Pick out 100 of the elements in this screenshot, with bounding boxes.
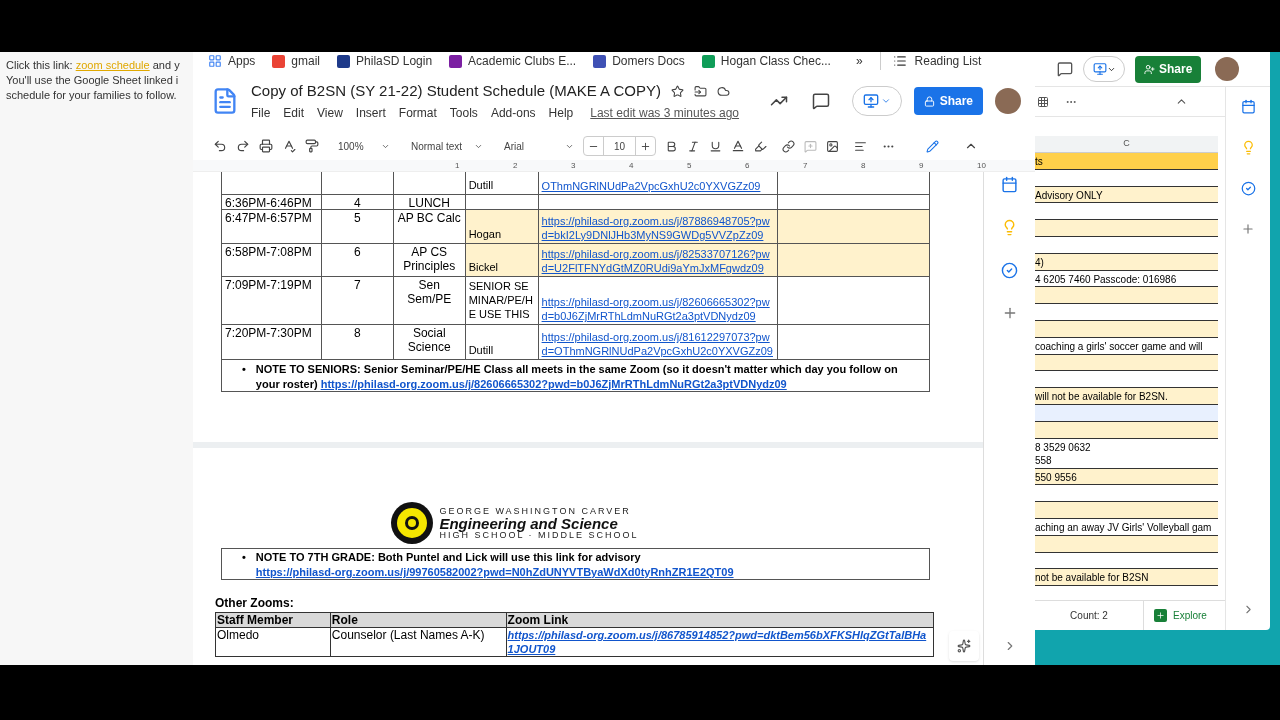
bookmark-icon [593, 54, 607, 68]
comments-icon[interactable] [1057, 61, 1073, 77]
table-cell: Olmedo [216, 628, 331, 656]
menu-item[interactable]: Add-ons [490, 104, 536, 123]
underline-icon[interactable] [709, 139, 723, 153]
menu-item[interactable]: View [317, 104, 343, 123]
star-icon[interactable] [670, 84, 684, 98]
avatar[interactable] [1215, 57, 1240, 81]
table-cell: https://philasd-org.zoom.us/j/82533707126?pwd=U2FlTFNYdGtMZ0RUdi9aYmJxMFgwdz09 [538, 244, 779, 276]
text-color-icon[interactable] [731, 139, 746, 153]
explore-button[interactable] [949, 631, 979, 661]
bookmark-link[interactable]: Domers Docs [612, 52, 685, 70]
calendar-icon[interactable] [1001, 176, 1018, 193]
table-cell: https://philasd-org.zoom.us/j/81612297073?pwd=OThmNGRlNUdPa2VpcGxhU2c0YXVGZz09 [538, 325, 779, 359]
document-title[interactable]: Copy of B2SN (SY 21-22) Student Schedule (MAKE A COPY) [251, 79, 661, 103]
reading-list-icon[interactable] [892, 54, 907, 68]
ruler-number: 4 [629, 159, 635, 172]
menu-item[interactable]: Edit [283, 104, 305, 123]
tasks-icon[interactable] [1240, 181, 1256, 196]
highlight-icon[interactable] [754, 139, 768, 153]
table-cell: 7 [321, 277, 394, 324]
ruler-number: 10 [977, 159, 987, 172]
gear-logo-icon [389, 500, 436, 546]
editing-mode-icon[interactable] [926, 139, 940, 153]
bookmark-link[interactable]: Academic Clubs E... [468, 52, 577, 70]
table-cell: 6:36PM-6:46PM [222, 195, 322, 209]
ruler-number: 6 [745, 159, 751, 172]
increase-size-icon[interactable] [640, 140, 652, 152]
cell-text: aching an away JV Girls' Volleyball gam [1035, 520, 1213, 534]
table-cell: 4 [321, 195, 394, 209]
bookmark-link[interactable]: gmail [291, 52, 321, 70]
cell-text: ts [1035, 155, 1044, 168]
table-cell: https://philasd-org.zoom.us/j/86785914852?pwd=dktBem56bXFKSHlqZGtTalBHa1JOUT09 [506, 628, 934, 656]
avatar[interactable] [995, 88, 1021, 114]
count-summary: Count: 2 [1069, 609, 1109, 623]
present-icon [1092, 62, 1107, 76]
caret-icon [880, 96, 891, 106]
ruler-number: 7 [803, 159, 809, 172]
menu-item[interactable]: File [251, 104, 271, 123]
share-button[interactable]: Share [1135, 55, 1202, 83]
instruction-text: You'll use the Google Sheet linked i [6, 73, 180, 88]
zoom-link[interactable]: https://philasd-org.zoom.us/j/99760582002?pwd=N0hZdUNYVTByaWdXd0tyRnhZR1E2QT09 [255, 565, 734, 580]
sparkle-icon [957, 639, 971, 653]
table-cell: LUNCH [393, 195, 466, 209]
tasks-icon[interactable] [1001, 262, 1018, 279]
table-cell: Counselor (Last Names A-K) [330, 628, 507, 656]
table-cell: 7:09PM-7:19PM [222, 277, 322, 324]
table-cell: 7:20PM-7:30PM [222, 325, 322, 359]
redo-icon[interactable] [236, 139, 250, 153]
table-cell: 5 [321, 210, 394, 243]
bold-icon[interactable] [665, 139, 679, 153]
paint-format-icon[interactable] [305, 139, 319, 153]
zoom-dropdown[interactable]: 100% [338, 138, 390, 154]
menu-item[interactable]: Help [548, 104, 574, 123]
bookmark-icon [272, 54, 286, 68]
menu-item[interactable]: Insert [355, 104, 386, 123]
cell-text: 558 [1035, 453, 1053, 467]
image-icon[interactable] [826, 139, 840, 153]
present-icon [862, 93, 879, 109]
bookmark-link[interactable]: Apps [228, 52, 256, 70]
bookmark-link[interactable]: Hogan Class Chec... [720, 52, 831, 70]
spellcheck-icon[interactable] [282, 139, 296, 153]
bookmark-link[interactable]: PhilaSD Login [356, 52, 433, 70]
borders-icon[interactable] [1037, 95, 1049, 108]
explore-button[interactable]: Explore [1143, 601, 1207, 630]
italic-icon[interactable] [687, 139, 701, 153]
style-dropdown[interactable]: Normal text [411, 138, 483, 154]
reading-list-link[interactable]: Reading List [914, 52, 982, 70]
menu-item[interactable]: Format [398, 104, 437, 123]
apps-grid-icon[interactable] [208, 54, 222, 68]
cell-text: 4) [1035, 255, 1045, 269]
move-folder-icon[interactable] [693, 84, 707, 98]
table-cell: Social Science [393, 325, 466, 359]
undo-icon[interactable] [213, 139, 227, 153]
last-edit-link[interactable]: Last edit was 3 minutes ago [590, 104, 740, 123]
share-button[interactable]: Share [913, 87, 983, 115]
column-header: Zoom Link [506, 613, 934, 627]
bullet: • [242, 362, 246, 377]
cell-text: will not be available for B2SN. [1035, 390, 1169, 404]
print-icon[interactable] [259, 139, 273, 153]
menu-item[interactable]: Tools [449, 104, 478, 123]
cell-text: 8 3529 0632 [1035, 440, 1092, 454]
zoom-link[interactable]: https://philasd-org.zoom.us/j/82606665302?pwd=b0J6ZjMrRThLdmNuRGt2a3ptVDNydz09 [320, 378, 787, 390]
ruler-number: 3 [571, 159, 577, 172]
comments-icon[interactable] [811, 92, 830, 110]
table-cell: 6:58PM-7:08PM [222, 244, 322, 276]
font-dropdown[interactable]: Arial [504, 138, 574, 154]
instruction-text: Click this link: zoom schedule and y [6, 58, 181, 73]
table-cell: 8 [321, 325, 394, 359]
cell-text: 4 6205 7460 Passcode: 016986 [1035, 272, 1178, 286]
calendar-icon[interactable] [1240, 99, 1256, 114]
align-icon[interactable] [854, 139, 868, 153]
table-cell: 6:47PM-6:57PM [222, 210, 322, 243]
explore-icon [1154, 609, 1167, 622]
seniors-note: NOTE TO SENIORS: Senior Seminar/PE/HE Class all meets in the same Zoom (so it doesn't matter which day you follow on your roster) https://philasd-org.zoom.us/j/82606665302?pwd=b0J6ZjMrRThLdmNuRGt2a3ptVDNydz09 [255, 362, 899, 391]
cell-text: Advisory ONLY [1035, 188, 1104, 202]
table-cell: OThmNGRlNUdPa2VpcGxhU2c0YXVGZz09 [538, 172, 779, 194]
cloud-icon [716, 84, 730, 98]
link-icon[interactable] [782, 139, 796, 153]
bookmarks-overflow[interactable]: » [855, 52, 863, 70]
